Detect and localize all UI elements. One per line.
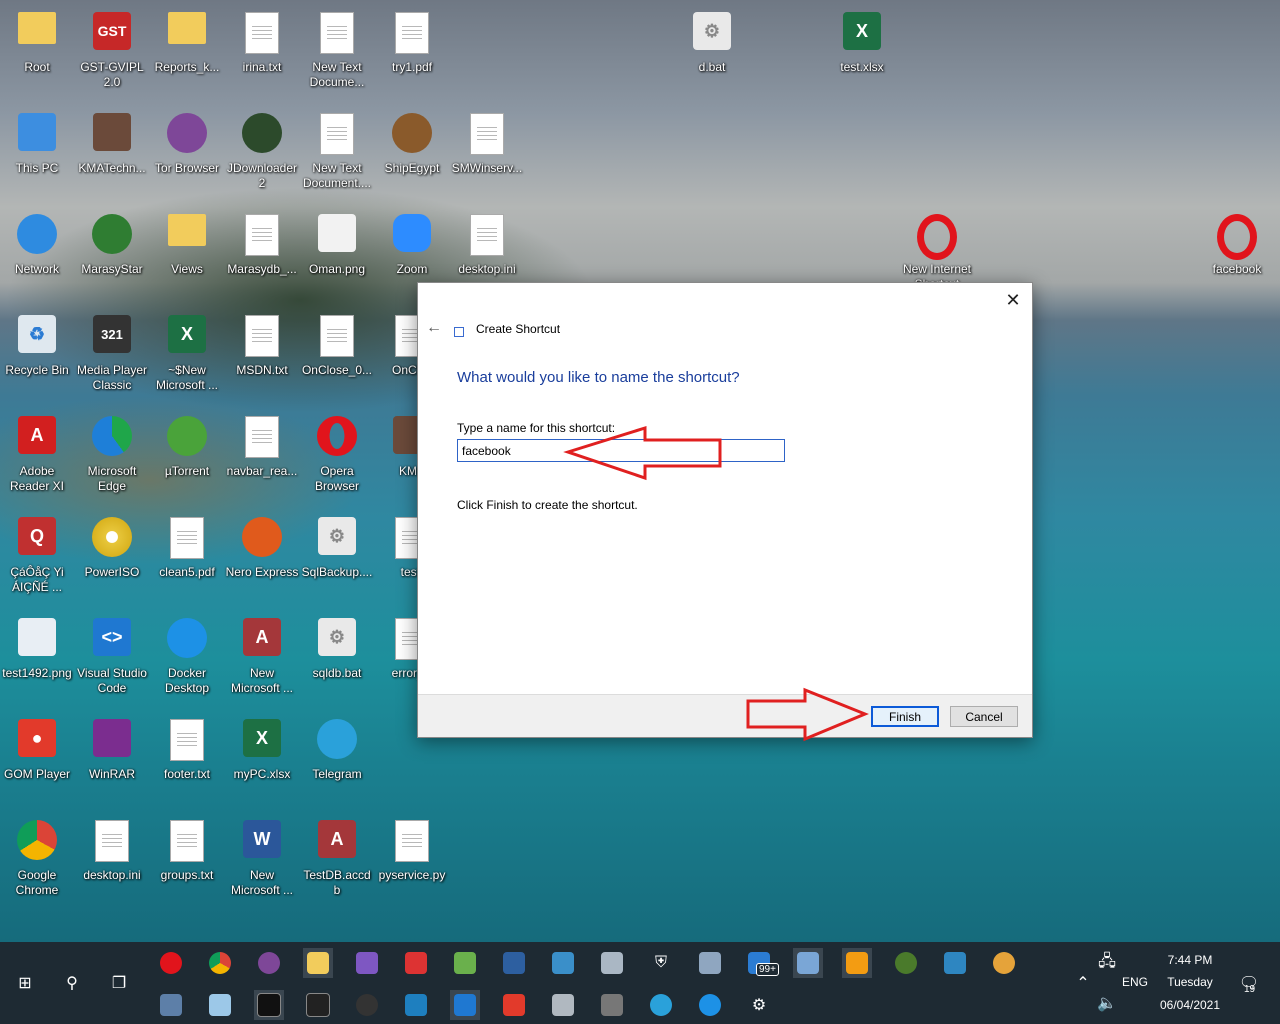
app-taskbar-icon[interactable] [401,990,431,1020]
annotation-arrow-to-finish [746,687,869,742]
annotation-arrow-to-input [563,425,722,481]
annotation-overlay [563,425,869,742]
clock-date[interactable]: 06/04/2021 [1152,998,1228,1012]
powershell-ise-taskbar-icon[interactable] [548,948,578,978]
clock-day[interactable]: Tuesday [1160,975,1220,989]
app-taskbar-icon[interactable] [450,948,480,978]
powershell-taskbar-icon[interactable] [499,948,529,978]
window-taskbar-icon[interactable] [793,948,823,978]
shield-icon[interactable]: ⛨ [646,948,676,978]
language-indicator[interactable]: ENG [1122,975,1148,989]
monitor-taskbar-icon[interactable] [597,948,627,978]
media-taskbar-icon[interactable] [842,948,872,978]
anydesk-taskbar-icon[interactable] [499,990,529,1020]
visual-studio-taskbar-icon[interactable] [352,948,382,978]
console-taskbar-icon[interactable] [303,990,333,1020]
file-explorer-taskbar-icon[interactable] [303,948,333,978]
calculator-taskbar-icon[interactable] [548,990,578,1020]
chrome-taskbar-icon[interactable] [205,948,235,978]
notification-count: 19 [1244,984,1256,995]
usb-taskbar-icon[interactable] [597,990,627,1020]
settings-taskbar-icon[interactable] [940,948,970,978]
network-status-icon[interactable]: 🖧 [1092,948,1122,978]
telegram-taskbar-icon[interactable] [646,990,676,1020]
toolbox-taskbar-icon[interactable] [401,948,431,978]
app-taskbar-icon[interactable] [205,990,235,1020]
app-taskbar-icon[interactable] [156,990,186,1020]
task-view-icon[interactable]: ❐ [104,968,134,998]
linux-taskbar-icon[interactable] [352,990,382,1020]
network-taskbar-icon[interactable] [695,948,725,978]
gear-icon[interactable]: ⚙ [744,990,774,1020]
terminal-taskbar-icon[interactable] [254,990,284,1020]
docker-taskbar-icon[interactable] [695,990,725,1020]
mail-badge: 99+ [756,963,779,976]
jdownloader-taskbar-icon[interactable] [891,948,921,978]
volume-icon[interactable]: 🔈 [1092,988,1122,1018]
vscode-taskbar-icon[interactable] [450,990,480,1020]
paint-taskbar-icon[interactable] [989,948,1019,978]
tor-taskbar-icon[interactable] [254,948,284,978]
search-icon[interactable]: ⚲ [57,968,87,998]
clock-time[interactable]: 7:44 PM [1160,953,1220,967]
start-button[interactable]: ⊞ [10,968,40,998]
opera-taskbar-icon[interactable] [156,948,186,978]
